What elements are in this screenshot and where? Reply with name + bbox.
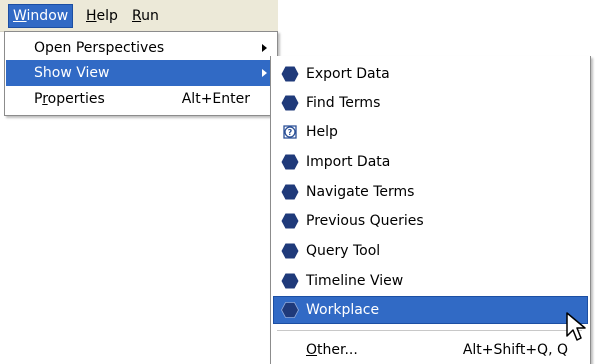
hexagon-view-icon (281, 213, 299, 229)
menu-item-shortcut: Alt+Enter (181, 91, 250, 107)
menu-run-mnemonic: R (132, 8, 142, 24)
menu-separator (277, 330, 582, 331)
menu-item-label: Find Terms (306, 95, 381, 111)
show-view-submenu: Export Data Find Terms ? Help Import Dat… (270, 56, 591, 364)
hexagon-view-icon (281, 66, 299, 82)
menu-item-label: Show View (34, 65, 110, 81)
hexagon-view-icon (281, 95, 299, 111)
hexagon-view-icon (281, 243, 299, 259)
menu-help-label: elp (96, 8, 118, 24)
menu-item-label: Import Data (306, 154, 391, 170)
hexagon-view-icon (281, 302, 299, 318)
menu-run[interactable]: Run (128, 5, 163, 27)
menu-item-import-data[interactable]: Import Data (273, 148, 588, 176)
mouse-pointer-icon (566, 312, 586, 341)
menu-item-mnemonic: O (306, 342, 318, 358)
menu-item-other[interactable]: Other... Alt+Shift+Q, Q (273, 336, 588, 364)
menu-item-open-perspectives[interactable]: Open Perspectives (6, 35, 276, 61)
hexagon-view-icon (281, 184, 299, 200)
menu-item-timeline-view[interactable]: Timeline View (273, 267, 588, 295)
menu-window-mnemonic: W (13, 8, 27, 24)
svg-text:?: ? (288, 128, 293, 137)
menu-item-label-post: ther... (317, 342, 358, 358)
menu-item-export-data[interactable]: Export Data (273, 60, 588, 88)
hexagon-view-icon (281, 273, 299, 289)
menu-item-workplace[interactable]: Workplace (273, 296, 588, 324)
menu-help-mnemonic: H (86, 8, 97, 24)
menu-run-label: un (141, 8, 159, 24)
help-icon: ? (283, 125, 297, 139)
menu-item-label: Other... (306, 336, 358, 364)
menu-item-label-post: operties (47, 91, 105, 107)
hexagon-view-icon (281, 154, 299, 170)
menu-window[interactable]: Window (8, 4, 74, 28)
menu-item-help[interactable]: ? Help (273, 118, 588, 146)
menu-item-label-pre: P (34, 91, 43, 107)
menu-item-label: Timeline View (306, 273, 404, 289)
menu-item-label: Properties (34, 86, 105, 112)
menu-item-label: Open Perspectives (34, 40, 165, 56)
menu-item-label: Help (306, 124, 338, 140)
menu-item-show-view[interactable]: Show View (6, 60, 276, 86)
menu-item-shortcut: Alt+Shift+Q, Q (462, 342, 568, 358)
menu-bar: Window Help Run (0, 0, 278, 32)
menu-window-label: indow (26, 8, 69, 24)
menu-item-label: Export Data (306, 66, 390, 82)
menu-item-navigate-terms[interactable]: Navigate Terms (273, 178, 588, 206)
menu-item-properties[interactable]: Properties Alt+Enter (6, 86, 276, 112)
menu-item-label: Query Tool (306, 243, 381, 259)
menu-item-label: Navigate Terms (306, 184, 415, 200)
window-menu: Open Perspectives Show View Properties A… (4, 31, 278, 116)
submenu-arrow-icon (262, 69, 267, 77)
menu-item-label: Workplace (306, 302, 380, 318)
menu-help[interactable]: Help (82, 5, 122, 27)
menu-item-label: Previous Queries (306, 213, 424, 229)
menu-item-find-terms[interactable]: Find Terms (273, 89, 588, 117)
menu-item-query-tool[interactable]: Query Tool (273, 237, 588, 265)
submenu-arrow-icon (262, 44, 267, 52)
menu-item-previous-queries[interactable]: Previous Queries (273, 207, 588, 235)
